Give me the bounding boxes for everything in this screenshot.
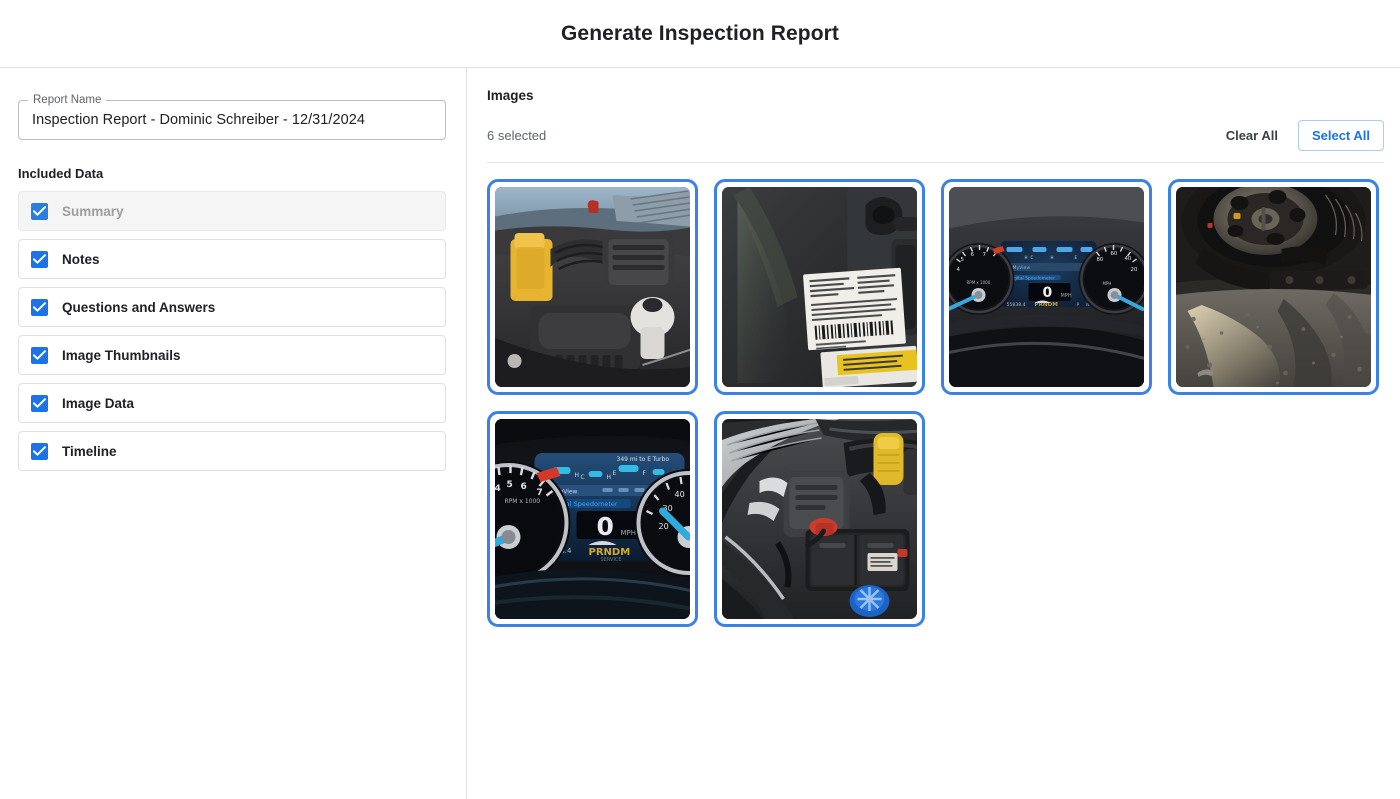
thumbnail-engine-bay-air-intake[interactable]: [487, 179, 698, 395]
thumbnail-image: [495, 187, 690, 387]
svg-text:80: 80: [1097, 257, 1104, 263]
thumbnail-image: [722, 187, 917, 387]
checkbox-label: Summary: [62, 203, 124, 219]
checkbox-label: Image Data: [62, 395, 135, 411]
selected-count: 6 selected: [487, 127, 547, 143]
thumbnail-instrument-cluster-closeup[interactable]: LH CH EF 20 349 mi to E Turbo MyView: [487, 411, 698, 627]
svg-text:0: 0: [1043, 285, 1053, 301]
checkmark-icon: [31, 202, 48, 220]
image-thumbnail-grid: LH CH EF MyView Digital Speedometer 0: [487, 179, 1384, 627]
images-panel: Images 6 selected Clear All Select All H…: [467, 68, 1400, 799]
toolbar-divider: [487, 162, 1384, 163]
svg-text:4: 4: [957, 267, 961, 273]
app-header: Generate Inspection Report: [0, 0, 1400, 68]
page-title: Generate Inspection Report: [561, 21, 839, 45]
main-content: Report Name Inspection Report - Dominic …: [0, 68, 1400, 799]
svg-text:6: 6: [971, 252, 975, 258]
svg-text:40: 40: [1125, 256, 1132, 262]
checkbox-label: Timeline: [62, 443, 117, 459]
report-settings-panel: Report Name Inspection Report - Dominic …: [0, 68, 467, 799]
checkmark-icon: [31, 298, 48, 316]
report-name-field[interactable]: Report Name Inspection Report - Dominic …: [18, 93, 446, 140]
thumbnail-instrument-cluster-wide[interactable]: LH CH EF MyView Digital Speedometer 0: [941, 179, 1152, 395]
thumbnail-image: LH CH EF 20 349 mi to E Turbo MyView: [495, 419, 690, 619]
included-data-heading: Included Data: [18, 166, 104, 181]
thumbnail-image: LH CH EF MyView Digital Speedometer 0: [949, 187, 1144, 387]
thumbnail-image: [722, 419, 917, 619]
checkbox-row-image-data[interactable]: Image Data: [18, 383, 446, 423]
svg-text:RPM x 1000: RPM x 1000: [967, 280, 991, 285]
svg-text:7: 7: [983, 252, 986, 258]
svg-text:P: P: [1077, 302, 1080, 308]
thumbnail-door-jamb-vin-label[interactable]: [714, 179, 925, 395]
checkbox-row-timeline[interactable]: Timeline: [18, 431, 446, 471]
thumbnail-engine-bay-battery[interactable]: [714, 411, 925, 627]
thumbnail-image: [1176, 187, 1371, 387]
checkbox-label: Questions and Answers: [62, 299, 216, 315]
svg-text:20: 20: [1131, 267, 1138, 273]
svg-text:5: 5: [961, 257, 964, 263]
selection-toolbar: 6 selected Clear All Select All: [487, 119, 1384, 151]
checkbox-row-questions-and-answers[interactable]: Questions and Answers: [18, 287, 446, 327]
checkbox-row-summary: Summary: [18, 191, 446, 231]
clear-all-button[interactable]: Clear All: [1218, 124, 1286, 147]
svg-text:Digital Speedometer: Digital Speedometer: [1010, 275, 1055, 281]
included-data-list: Summary Notes Questions and Answers Imag…: [18, 191, 446, 471]
svg-text:MPH: MPH: [1103, 281, 1112, 286]
checkmark-icon: [31, 442, 48, 460]
svg-text:55838.4: 55838.4: [1007, 302, 1026, 308]
thumbnail-undercarriage-rear-wheel[interactable]: [1168, 179, 1379, 395]
checkbox-row-notes[interactable]: Notes: [18, 239, 446, 279]
select-all-button[interactable]: Select All: [1297, 119, 1384, 151]
checkbox-row-image-thumbnails[interactable]: Image Thumbnails: [18, 335, 446, 375]
svg-text:MPH: MPH: [1061, 293, 1072, 299]
checkbox-label: Image Thumbnails: [62, 347, 181, 363]
images-heading: Images: [487, 88, 534, 103]
checkmark-icon: [31, 394, 48, 412]
checkmark-icon: [31, 346, 48, 364]
svg-text:H: H: [1051, 255, 1054, 260]
svg-text:MyView: MyView: [1013, 265, 1031, 271]
svg-text:H: H: [1025, 255, 1028, 260]
report-name-input[interactable]: Inspection Report - Dominic Schreiber - …: [32, 101, 365, 139]
checkmark-icon: [31, 250, 48, 268]
selection-actions: Clear All Select All: [1218, 119, 1384, 151]
checkbox-label: Notes: [62, 251, 100, 267]
svg-text:C: C: [1031, 255, 1034, 260]
svg-text:60: 60: [1111, 251, 1118, 257]
